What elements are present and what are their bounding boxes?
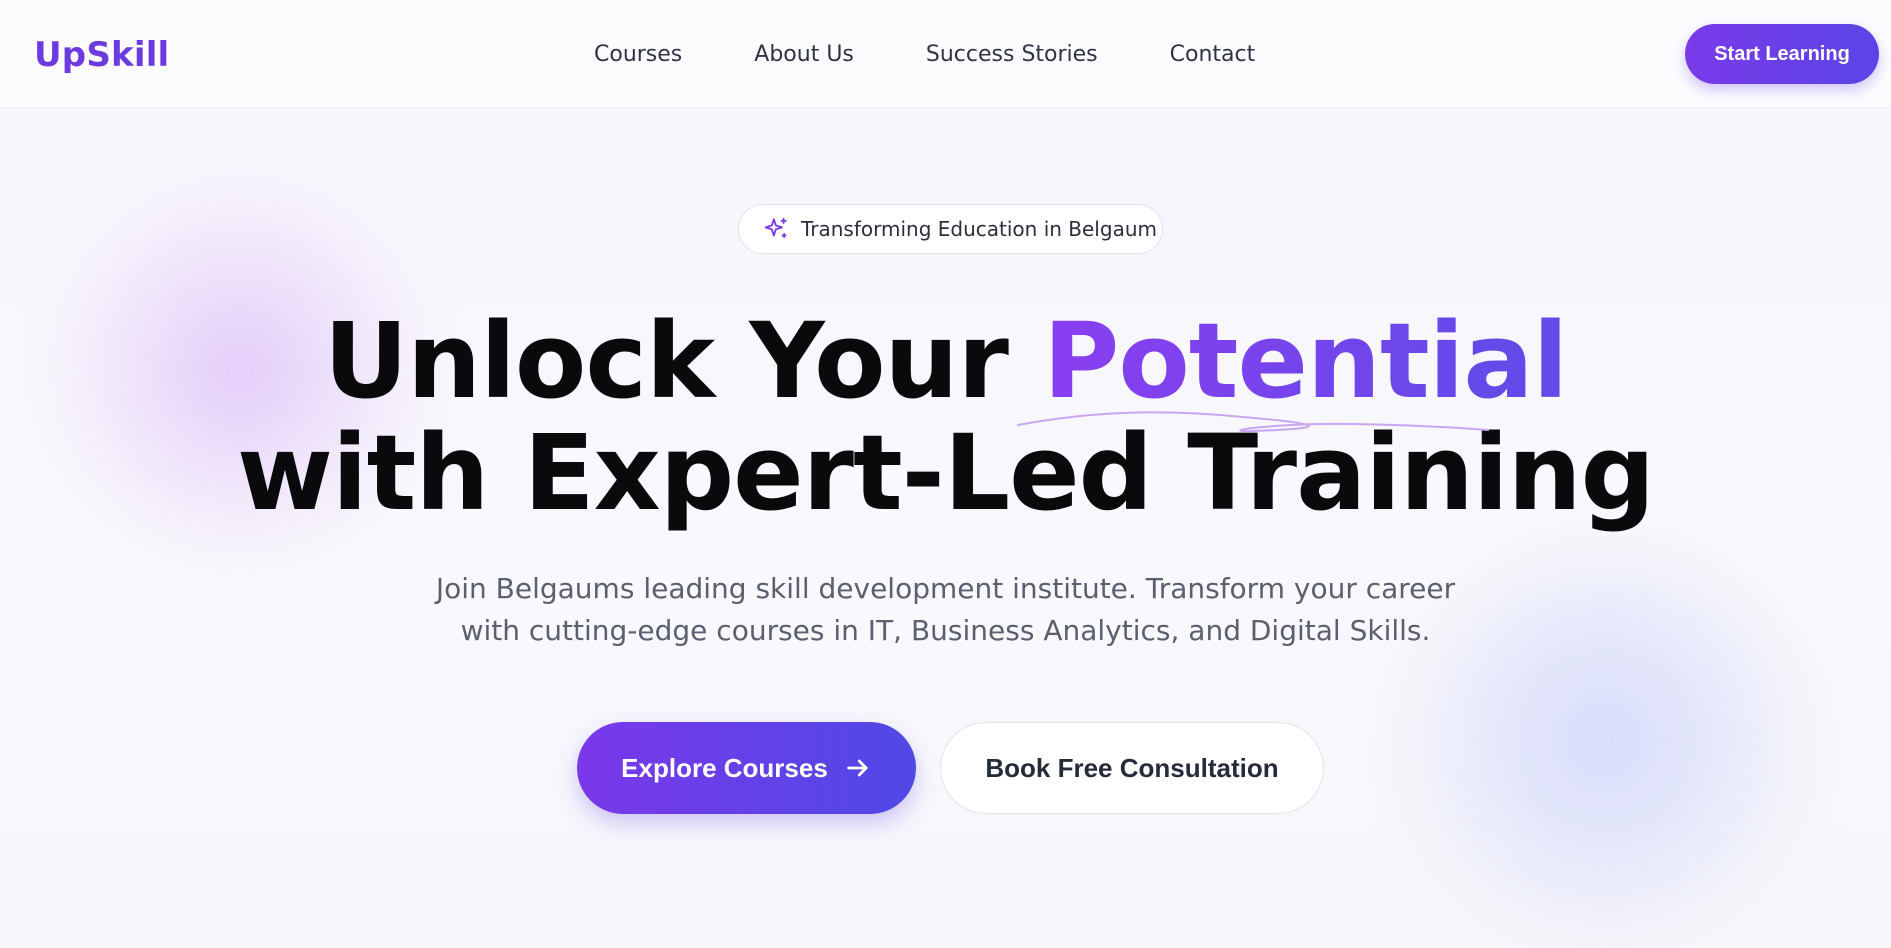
arrow-right-icon [847,759,868,777]
hero-headline: Unlock Your Potential with Expert-Led Tr… [0,305,1891,529]
headline-line-1: Unlock Your Potential [0,305,1891,433]
underline-squiggle-icon [1017,411,1490,433]
headline-accent-wrap: Potential [1017,305,1568,433]
hero-badge: Transforming Education in Belgaum [738,204,1163,254]
nav-link-success-stories[interactable]: Success Stories [926,42,1098,67]
main-nav: Courses About Us Success Stories Contact [594,42,1255,67]
headline-part-1: Unlock Your [323,300,1044,422]
subtitle-line-1: Join Belgaums leading skill development … [435,572,1456,605]
start-learning-button[interactable]: Start Learning [1685,24,1879,84]
landing-page: UpSkill Courses About Us Success Stories… [0,0,1891,948]
nav-link-courses[interactable]: Courses [594,42,682,67]
nav-link-about-us[interactable]: About Us [754,42,854,67]
subtitle-line-2: with cutting-edge courses in IT, Busines… [460,614,1431,647]
explore-courses-label: Explore Courses [621,752,828,783]
hero-subtitle: Join Belgaums leading skill development … [0,568,1891,652]
nav-link-contact[interactable]: Contact [1170,42,1256,67]
explore-courses-button[interactable]: Explore Courses [577,722,916,814]
book-consultation-button[interactable]: Book Free Consultation [940,722,1324,814]
badge-text: Transforming Education in Belgaum [801,217,1157,241]
site-header: UpSkill Courses About Us Success Stories… [0,0,1891,108]
headline-line-2: with Expert-Led Training [236,412,1655,534]
sparkle-icon [764,217,787,239]
brand-logo[interactable]: UpSkill [34,35,169,75]
